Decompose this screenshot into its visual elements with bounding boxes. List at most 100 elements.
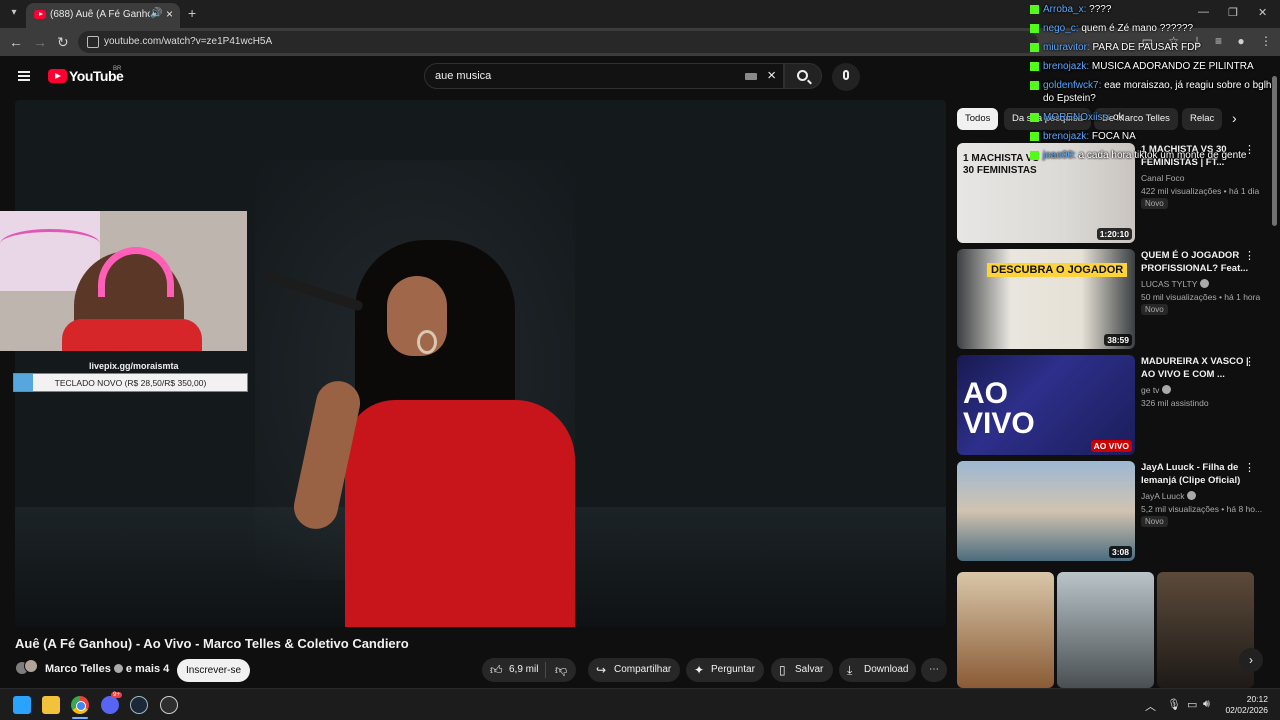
channel-name[interactable]: Marco Telles e mais 4	[45, 663, 169, 675]
chat-text: MUSICA ADORANDO ZE PILINTRA	[1091, 61, 1254, 72]
tab-search-dropdown-icon[interactable]: ▾	[6, 5, 22, 21]
kick-badge-icon	[1030, 113, 1039, 122]
chat-message: miuravitor: PARA DE PAUSAR FDP	[1030, 41, 1275, 54]
microphone-tray-icon[interactable]: 🎙︎	[1167, 698, 1181, 711]
recommendation-meta: 50 mil visualizações • há 1 hora	[1141, 292, 1261, 302]
chat-message: nego_c: quem é Zé mano ??????	[1030, 22, 1275, 35]
url-text: youtube.com/watch?v=ze1P41wcH5A	[104, 36, 273, 47]
windows-start-icon[interactable]	[13, 696, 31, 714]
download-label: Download	[864, 664, 909, 675]
menu-icon[interactable]	[18, 71, 30, 81]
download-button[interactable]: ⤓ Download	[839, 658, 916, 682]
channel-avatars[interactable]	[15, 659, 39, 681]
kick-badge-icon	[1030, 5, 1039, 14]
recommendation-channel[interactable]: Canal Foco	[1141, 173, 1184, 183]
chat-message: Arroba_x: ????	[1030, 3, 1275, 16]
taskbar: 9+ ︿ 🎙︎ ▭ 🔊︎ 20:12 02/02/2026	[0, 688, 1280, 720]
chat-username: goldenfwck7:	[1043, 80, 1102, 91]
subscribe-button[interactable]: Inscrever-se	[177, 659, 250, 682]
more-options-icon[interactable]: ⋮	[1244, 461, 1255, 474]
more-actions-button[interactable]: ⋯	[921, 658, 947, 682]
shorts-next-button[interactable]: ›	[1239, 648, 1263, 672]
system-clock[interactable]: 20:12 02/02/2026	[1224, 694, 1268, 716]
chat-text: FOCA NA	[1091, 131, 1136, 142]
donation-url: livepix.gg/moraismta	[89, 361, 179, 371]
chat-text: ????	[1089, 4, 1112, 15]
recommendation-channel[interactable]: LUCAS TYLTY	[1141, 279, 1212, 289]
discord-icon[interactable]: 9+	[101, 692, 122, 714]
thumbnail-text: DESCUBRA O JOGADOR	[987, 263, 1128, 277]
recommendation-item[interactable]: DESCUBRA O JOGADOR 38:59 QUEM É O JOGADO…	[957, 249, 1262, 349]
avatar	[24, 659, 38, 673]
verified-icon	[1187, 491, 1197, 500]
volume-icon[interactable]: 🔊︎	[1203, 698, 1210, 711]
ask-label: Perguntar	[711, 664, 755, 675]
clock-time: 20:12	[1246, 694, 1268, 704]
active-app-indicator	[72, 717, 88, 719]
kick-badge-icon	[1030, 43, 1039, 52]
ask-button[interactable]: ✦ Perguntar	[686, 658, 764, 682]
clear-search-icon[interactable]: ×	[767, 67, 776, 84]
recommendation-title[interactable]: MADUREIRA X VASCO | AO VIVO E COM ...	[1141, 355, 1249, 381]
verified-icon	[1162, 385, 1172, 394]
region-code: BR	[113, 66, 122, 72]
more-options-icon[interactable]: ⋮	[1244, 249, 1255, 262]
video-duration: 38:59	[1104, 334, 1132, 346]
reload-icon[interactable]: ↻	[57, 34, 69, 51]
recommendation-channel[interactable]: JayA Luuck	[1141, 491, 1199, 501]
streamer-webcam	[0, 211, 247, 351]
site-info-icon[interactable]	[87, 36, 99, 48]
video-thumbnail[interactable]: AO VIVO AO VIVO	[957, 355, 1135, 455]
youtube-logo-icon[interactable]	[48, 69, 67, 83]
streamer-red-shirt	[62, 319, 202, 351]
chrome-icon[interactable]	[71, 696, 89, 714]
voice-search-button[interactable]	[832, 63, 860, 91]
browser-tab[interactable]: (688) Auê (A Fé Ganhou) - A 🔊 ×	[26, 3, 180, 28]
recommendation-item[interactable]: 3:08 JayA Luuck - Filha de Iemanjá (Clip…	[957, 461, 1262, 561]
video-thumbnail[interactable]: 3:08	[957, 461, 1135, 561]
recommendation-meta: 5,2 mil visualizações • há 8 ho...	[1141, 504, 1263, 514]
clock-date: 02/02/2026	[1225, 705, 1268, 715]
back-icon[interactable]: ←	[9, 34, 23, 50]
recommendation-meta: 422 mil visualizações • há 1 dia	[1141, 186, 1260, 196]
chat-username: nego_c:	[1043, 23, 1079, 34]
tray-chevron-icon[interactable]: ︿	[1145, 698, 1156, 714]
file-explorer-icon[interactable]	[42, 696, 60, 714]
share-button[interactable]: ↪ Compartilhar	[588, 658, 680, 682]
dislike-icon[interactable]: 👎︎	[555, 658, 567, 682]
video-duration: 1:20:10	[1096, 228, 1132, 240]
forward-icon[interactable]: →	[33, 34, 47, 50]
recommendation-title[interactable]: JayA Luuck - Filha de Iemanjá (Clipe Ofi…	[1141, 461, 1249, 487]
chip-all[interactable]: Todos	[957, 108, 999, 130]
tab-close-icon[interactable]: ×	[166, 7, 173, 21]
singer-earring	[417, 330, 437, 354]
recommendation-title[interactable]: QUEM É O JOGADOR PROFISSIONAL? Feat...	[1141, 249, 1249, 275]
keyboard-icon[interactable]	[745, 73, 757, 80]
address-bar[interactable]: youtube.com/watch?v=ze1P41wcH5A	[78, 31, 1038, 53]
recommendation-channel[interactable]: ge tv	[1141, 385, 1174, 395]
network-icon[interactable]: ▭	[1187, 698, 1197, 711]
live-chat-overlay: Arroba_x: ???? nego_c: quem é Zé mano ???…	[1030, 3, 1275, 168]
tab-title: (688) Auê (A Fé Ganhou) - A	[50, 9, 150, 20]
speaker-icon[interactable]: 🔊	[150, 8, 162, 19]
obs-icon[interactable]	[160, 696, 178, 714]
search-button[interactable]	[784, 63, 822, 89]
steam-icon[interactable]	[130, 696, 148, 714]
more-options-icon[interactable]: ⋮	[1244, 355, 1255, 368]
recommendation-meta: 326 mil assistindo	[1141, 398, 1209, 408]
like-count[interactable]: 6,9 mil	[509, 658, 538, 682]
kick-badge-icon	[1030, 81, 1039, 90]
kick-badge-icon	[1030, 24, 1039, 33]
short-thumbnail[interactable]	[1157, 572, 1254, 688]
short-thumbnail[interactable]	[1057, 572, 1154, 688]
like-icon[interactable]: 👍︎	[490, 658, 503, 682]
new-tab-button[interactable]: +	[188, 5, 196, 21]
save-button[interactable]: ▯ Salvar	[771, 658, 833, 682]
chat-message: joao00: a cada hora tiktok um monte de g…	[1030, 149, 1275, 162]
video-duration: 3:08	[1108, 546, 1132, 558]
recommendation-item[interactable]: AO VIVO AO VIVO MADUREIRA X VASCO | AO V…	[957, 355, 1262, 455]
video-thumbnail[interactable]: DESCUBRA O JOGADOR 38:59	[957, 249, 1135, 349]
short-thumbnail[interactable]	[957, 572, 1054, 688]
search-input[interactable]: aue musica ×	[424, 63, 784, 89]
search-query: aue musica	[435, 70, 492, 82]
